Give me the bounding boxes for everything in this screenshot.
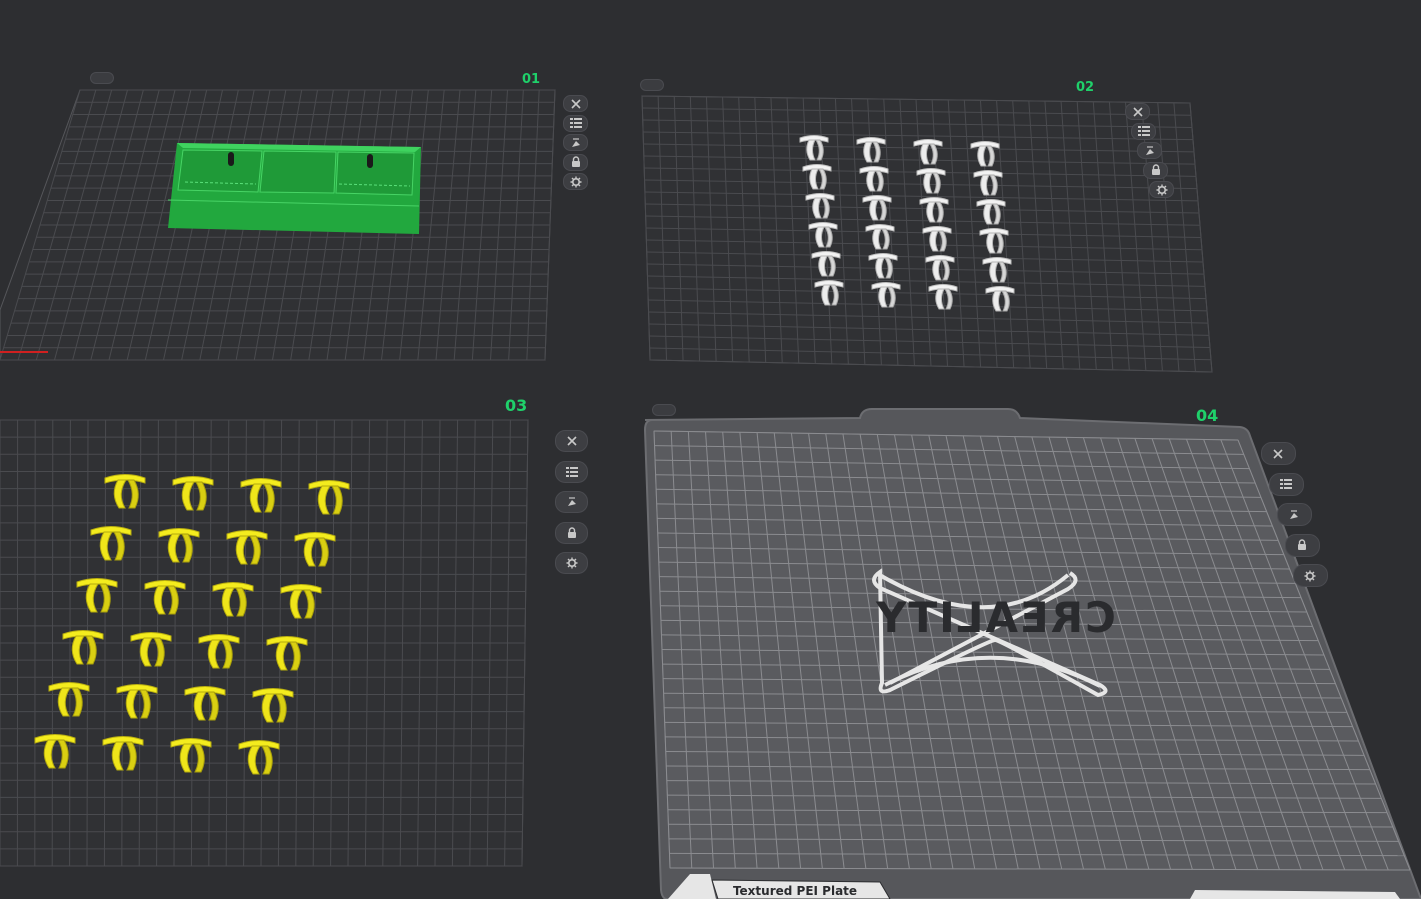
plate-03-auto-orient-button[interactable] [555,491,589,514]
plate-04-edit-tab[interactable] [652,404,676,416]
plate-01-close-button[interactable] [563,95,589,113]
lock-icon [571,156,581,168]
auto-orient-icon [1288,509,1300,521]
plate-viewport[interactable]: CREALITY Textured PEI Plate [0,0,1421,899]
close-icon [1272,448,1284,460]
plate-02-edit-tab[interactable] [640,79,664,91]
plate-04-arrange-button[interactable] [1269,472,1304,496]
lock-icon [1297,539,1307,551]
close-icon [566,435,578,447]
plate-01-settings-gear-button[interactable] [563,173,589,191]
model-box[interactable] [167,143,421,234]
settings-gear-icon [566,557,578,569]
plate-04-lock-button[interactable] [1285,533,1320,557]
arrange-icon [569,118,582,129]
plate-label-02: 02 [1076,80,1095,95]
lock-icon [567,527,577,539]
plate-03-lock-button[interactable] [555,521,589,544]
plate-02-close-button[interactable] [1125,103,1151,121]
sticker-text: Textured PEI Plate [733,884,857,898]
plate-01-lock-button[interactable] [563,153,589,171]
plate-03-arrange-button[interactable] [555,460,589,483]
plate-label-04: 04 [1196,406,1219,425]
plate-01-edit-tab[interactable] [90,72,114,84]
auto-orient-icon [1144,145,1156,157]
arrange-icon [565,466,578,477]
plate-label-03: 03 [505,396,528,415]
auto-orient-icon [566,496,578,508]
plate-02-lock-button[interactable] [1143,161,1169,179]
settings-gear-icon [1156,184,1168,196]
auto-orient-icon [570,137,582,149]
plate-04-settings-gear-button[interactable] [1293,564,1328,588]
plate-02-settings-gear-button[interactable] [1149,181,1175,199]
plate-01-auto-orient-button[interactable] [563,134,589,152]
close-icon [570,98,582,110]
close-icon [1132,106,1144,118]
plate-label-01: 01 [522,72,541,87]
plate-03-close-button[interactable] [555,430,589,453]
settings-gear-icon [570,176,582,188]
bed-logo-text: CREALITY [874,593,1116,642]
plate-01-arrange-button[interactable] [563,114,589,132]
arrange-icon [1280,479,1293,490]
plate-02-auto-orient-button[interactable] [1137,142,1163,160]
plate-03[interactable] [0,419,529,867]
plate-04-auto-orient-button[interactable] [1277,503,1312,527]
plate-02[interactable] [641,95,1213,373]
plate-02-arrange-button[interactable] [1131,122,1157,140]
settings-gear-icon [1304,570,1316,582]
arrange-icon [1137,126,1150,137]
plate-01[interactable] [0,89,556,361]
plate-03-settings-gear-button[interactable] [555,552,589,575]
lock-icon [1151,164,1161,176]
plate-04-close-button[interactable] [1261,442,1296,466]
plate-04[interactable]: CREALITY Textured PEI Plate [643,408,1421,899]
